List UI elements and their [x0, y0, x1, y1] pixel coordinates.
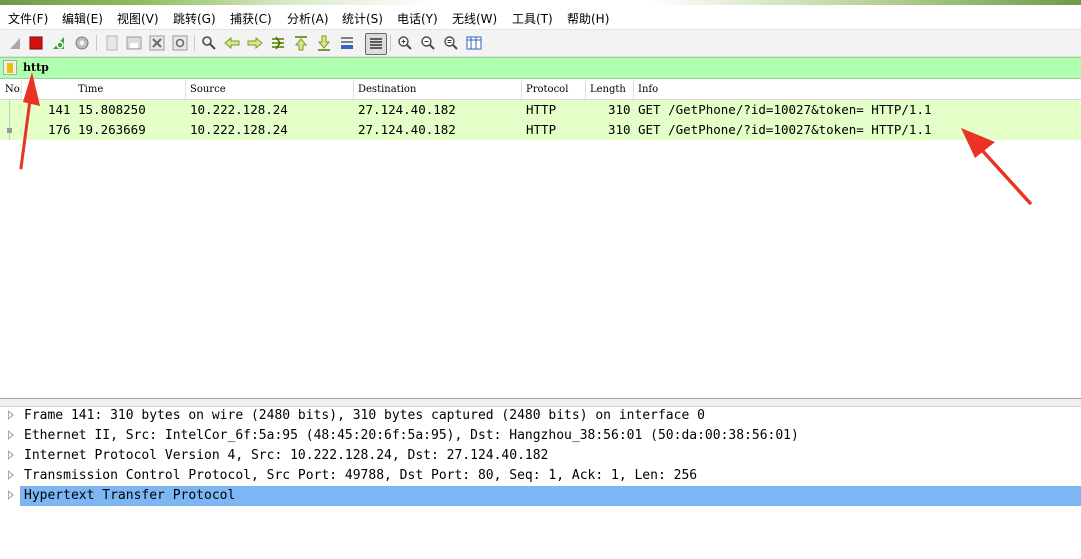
annotation-arrows	[19, 72, 1032, 205]
red-arrow-icon	[961, 128, 1032, 205]
red-arrow-icon	[19, 72, 40, 170]
